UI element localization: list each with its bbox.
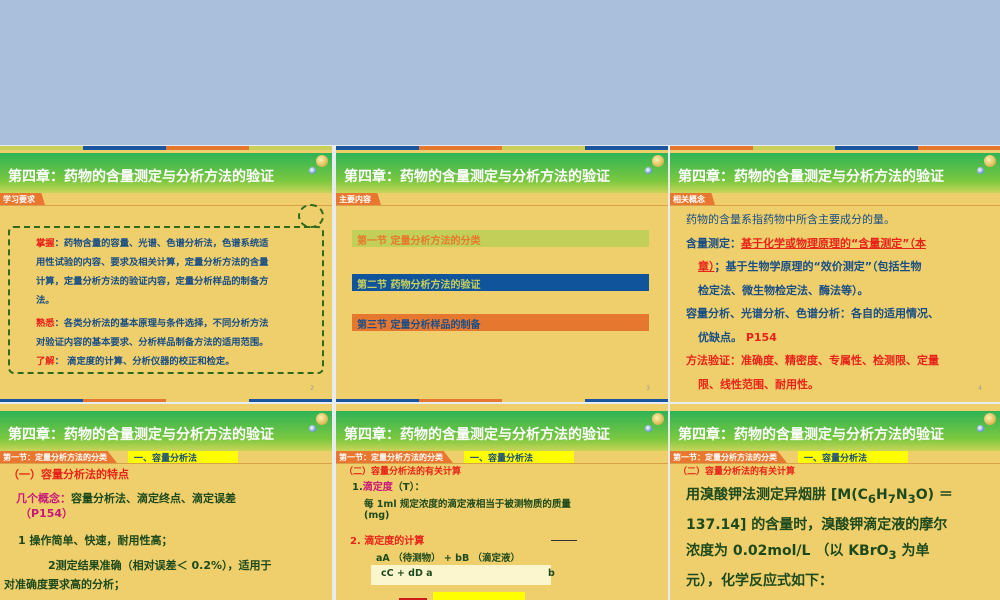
- section-tab: 学习要求: [0, 193, 45, 205]
- decor-ball-icon: [645, 425, 652, 432]
- req-familiar: 熟悉：各类分析法的基本原理与条件选择，不同分析方法 对验证内容的基本要求、分析样品…: [36, 318, 269, 348]
- top-stripe: [336, 146, 668, 150]
- subsection-tab: 一、容量分析法: [798, 451, 908, 464]
- req-master: 掌握：药物含量的容量、光谱、色谱分析法，色谱系统适 用性试验的内容、要求及相关计算…: [36, 238, 269, 306]
- section-tab: 第一节：定量分析方法的分类: [0, 451, 117, 463]
- section-tab: 第一节：定量分析方法的分类: [336, 451, 453, 463]
- slide-title: 第四章：药物的含量测定与分析方法的验证: [670, 411, 1000, 451]
- equation-line-1: aA （待测物） + bB （滴定液）: [376, 553, 520, 564]
- divider: [0, 205, 332, 206]
- section-tab: 相关概念: [670, 193, 715, 205]
- point-1: 1 操作简单、快速，耐用性高；: [18, 534, 173, 547]
- decor-ball-icon: [652, 413, 664, 425]
- scroll-curl: [298, 204, 324, 228]
- slide-thumbnail-2[interactable]: 第四章：药物的含量测定与分析方法的验证 学习要求 掌握：药物含量的容量、光谱、色…: [0, 146, 332, 402]
- divider: [670, 205, 1000, 206]
- point-2-cont: 对准确度要求高的分析；: [4, 578, 125, 591]
- decor-ball-icon: [309, 167, 316, 174]
- divider: [336, 205, 668, 206]
- bottom-stripe: [336, 399, 668, 402]
- slide-title: 第四章：药物的含量测定与分析方法的验证: [0, 411, 332, 451]
- slide-title: 第四章：药物的含量测定与分析方法的验证: [336, 153, 668, 193]
- decor-ball-icon: [316, 155, 328, 167]
- slide-thumbnail-6[interactable]: 第四章：药物的含量测定与分析方法的验证 第一节：定量分析方法的分类 一、容量分析…: [336, 404, 668, 600]
- titer-calc-heading: 2. 滴定度的计算: [350, 536, 425, 547]
- subsection-tab: 一、容量分析法: [464, 451, 574, 464]
- decor-ball-icon: [316, 413, 328, 425]
- definition-unit: (mg): [364, 510, 390, 521]
- slide-thumbnail-5[interactable]: 第四章：药物的含量测定与分析方法的验证 第一节：定量分析方法的分类 一、容量分析…: [0, 404, 332, 600]
- concept-text: 药物的含量系指药物中所含主要成分的量。 含量测定：基于化学或物理原理的“含量测定…: [686, 213, 939, 391]
- top-stripe: [670, 146, 1000, 150]
- problem-text: 用溴酸钾法测定异烟肼 [M(C6H7N3O) ＝ 137.14] 的含量时，溴酸钾…: [686, 487, 953, 589]
- slide-thumbnail-3[interactable]: 第四章：药物的含量测定与分析方法的验证 主要内容 第一节 定量分析方法的分类 第…: [336, 146, 668, 402]
- decor-ball-icon: [645, 167, 652, 174]
- decor-ball-icon: [977, 167, 984, 174]
- definition: 每 1ml 规定浓度的滴定液相当于被测物质的质量: [364, 499, 571, 510]
- formula-box: [433, 592, 525, 600]
- decor-ball-icon: [977, 425, 984, 432]
- slide-thumbnail-4[interactable]: 第四章：药物的含量测定与分析方法的验证 相关概念 药物的含量系指药物中所含主要成…: [670, 146, 1000, 402]
- slide-title: 第四章：药物的含量测定与分析方法的验证: [0, 153, 332, 193]
- slide-thumbnail-7[interactable]: 第四章：药物的含量测定与分析方法的验证 第一节：定量分析方法的分类 一、容量分析…: [670, 404, 1000, 600]
- section-tab: 主要内容: [336, 193, 381, 205]
- section-link-2[interactable]: 第二节 药物分析方法的验证: [352, 274, 649, 291]
- decor-ball-icon: [652, 155, 664, 167]
- point-2: 2测定结果准确（相对误差＜ 0.2%），适用于: [48, 559, 272, 572]
- heading: （二）容量分析法的有关计算: [344, 467, 462, 477]
- learning-requirements: 掌握：药物含量的容量、光谱、色谱分析法，色谱系统适 用性试验的内容、要求及相关计算…: [36, 234, 316, 371]
- slide-title: 第四章：药物的含量测定与分析方法的验证: [336, 411, 668, 451]
- top-stripe: [0, 146, 332, 150]
- section-link-1[interactable]: 第一节 定量分析方法的分类: [352, 230, 649, 247]
- titer-def: 1.滴定度（T）：: [352, 482, 425, 493]
- decor-ball-icon: [984, 155, 996, 167]
- req-understand: 了解： 滴定度的计算、分析仪器的校正和检定。: [36, 356, 235, 367]
- heading: （一）容量分析法的特点: [8, 468, 129, 481]
- equation-line-2: cC + dD ab: [371, 565, 555, 585]
- reaction-arrow: [551, 540, 577, 541]
- concepts: 几个概念：容量分析法、滴定终点、滴定误差: [16, 492, 236, 505]
- heading: （二）容量分析法的有关计算: [678, 467, 796, 477]
- decor-ball-icon: [984, 413, 996, 425]
- concept-ref: （P154）: [20, 507, 74, 520]
- page-number: 2: [310, 385, 314, 392]
- slide-title: 第四章：药物的含量测定与分析方法的验证: [670, 153, 1000, 193]
- section-link-3[interactable]: 第三节 定量分析样品的制备: [352, 314, 649, 331]
- bottom-stripe: [0, 399, 332, 402]
- section-tab: 第一节：定量分析方法的分类: [670, 451, 787, 463]
- page-number: 4: [978, 385, 982, 392]
- decor-ball-icon: [309, 425, 316, 432]
- subsection-tab: 一、容量分析法: [128, 451, 238, 464]
- page-number: 3: [646, 385, 650, 392]
- divider: [0, 463, 332, 464]
